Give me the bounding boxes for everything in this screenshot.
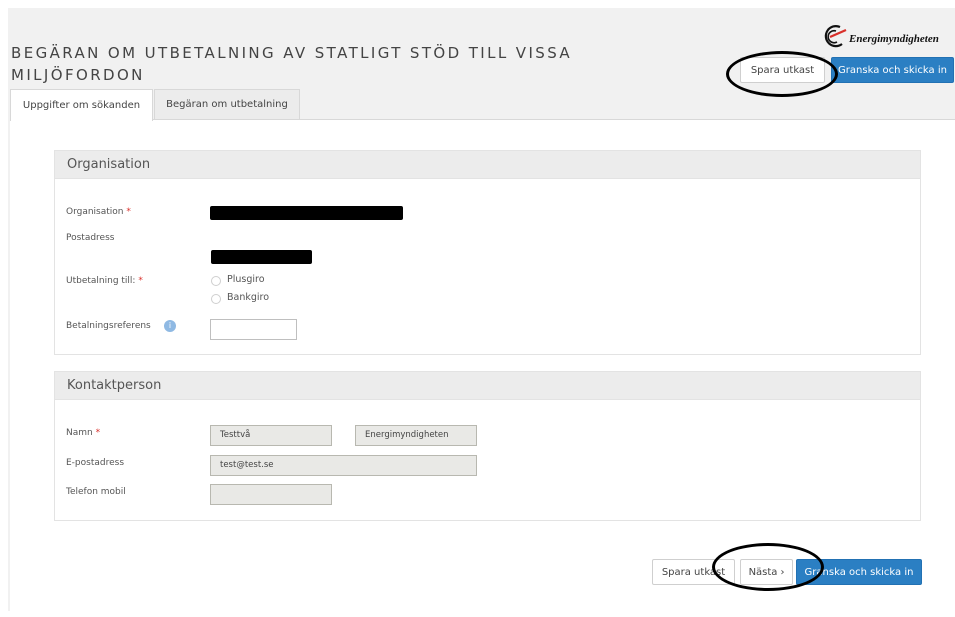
review-and-submit-button-bottom[interactable]: Granska och skicka in: [796, 559, 922, 585]
organisation-panel: Organisation: [54, 150, 921, 355]
chevron-right-icon: ›: [780, 566, 785, 578]
email-input[interactable]: test@test.se: [210, 455, 477, 476]
mobile-phone-label: Telefon mobil: [66, 487, 126, 497]
payment-reference-input[interactable]: [210, 319, 297, 340]
plusgiro-radio[interactable]: [211, 276, 221, 286]
contact-person-panel: Kontaktperson: [54, 371, 921, 521]
save-draft-button-top[interactable]: Spara utkast: [740, 57, 825, 83]
next-button[interactable]: Nästa ›: [740, 559, 793, 585]
last-name-input[interactable]: Energimyndigheten: [355, 425, 477, 446]
payment-reference-label: Betalningsreferens: [66, 321, 151, 331]
tab-applicant-details[interactable]: Uppgifter om sökanden: [10, 89, 153, 121]
organisation-label: Organisation *: [66, 207, 131, 217]
page-title: BEGÄRAN OM UTBETALNING AV STATLIGT STÖD …: [11, 44, 573, 84]
energimyndigheten-logo: Energimyndigheten: [820, 22, 955, 52]
postal-address-label: Postadress: [66, 233, 115, 243]
postal-address-redacted: [211, 250, 312, 264]
organisation-field-redacted[interactable]: [210, 206, 403, 220]
name-label: Namn *: [66, 428, 101, 438]
bankgiro-radio[interactable]: [211, 294, 221, 304]
mobile-phone-input[interactable]: [210, 484, 332, 505]
review-and-submit-button-top[interactable]: Granska och skicka in: [831, 57, 954, 83]
logo-mark-icon: [824, 25, 847, 48]
logo-text: Energimyndigheten: [849, 33, 939, 45]
save-draft-button-bottom[interactable]: Spara utkast: [652, 559, 735, 585]
payment-to-label: Utbetalning till: *: [66, 276, 143, 286]
email-label: E-postadress: [66, 458, 125, 468]
organisation-heading: Organisation: [55, 151, 920, 179]
bankgiro-label: Bankgiro: [227, 292, 270, 303]
contact-person-heading: Kontaktperson: [55, 372, 920, 400]
tab-payment-request[interactable]: Begäran om utbetalning: [154, 89, 300, 120]
plusgiro-label: Plusgiro: [227, 274, 265, 285]
first-name-input[interactable]: Testtvå: [210, 425, 332, 446]
info-icon[interactable]: i: [164, 320, 176, 332]
